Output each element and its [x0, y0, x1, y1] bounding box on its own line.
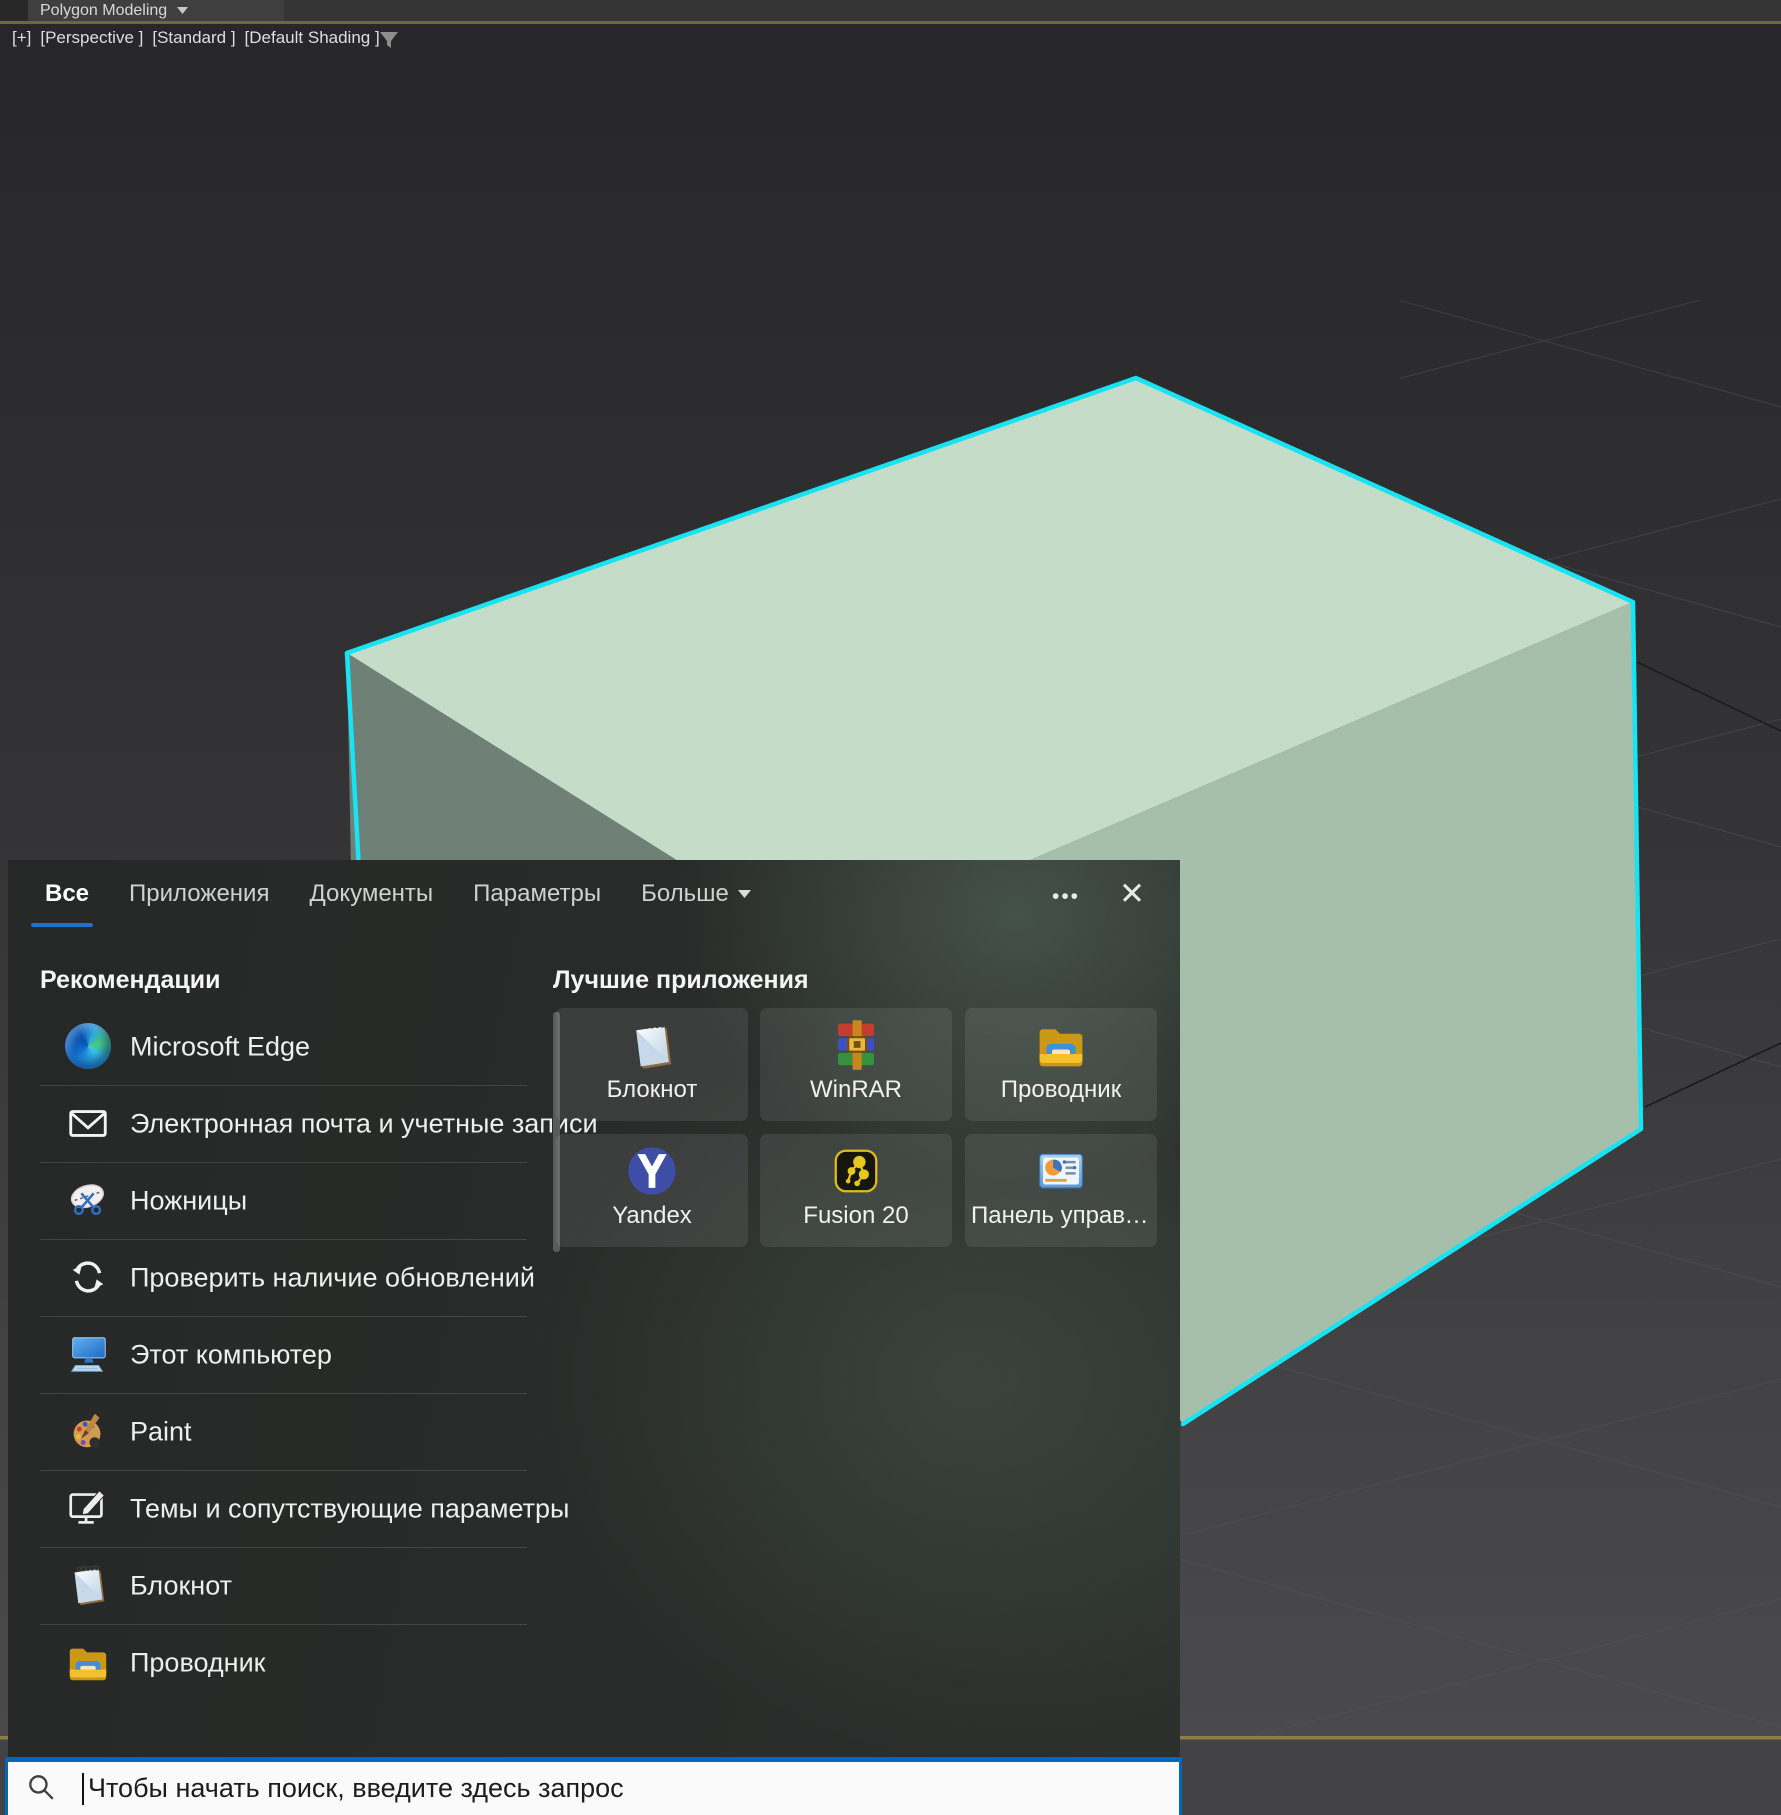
search-tabs: Все Приложения Документы Параметры Больш… — [45, 876, 751, 912]
yandex-icon — [624, 1143, 680, 1199]
list-item-microsoft-edge[interactable]: Microsoft Edge — [8, 1008, 548, 1085]
tab-more-label: Больше — [641, 880, 729, 907]
tab-all[interactable]: Все — [45, 880, 89, 908]
list-item-label: Ножницы — [130, 1185, 248, 1215]
viewport-menu-shading[interactable]: [Default Shading ] — [245, 28, 380, 48]
notepad-icon — [65, 1562, 111, 1608]
search-icon — [29, 1775, 54, 1800]
control-panel-icon — [1033, 1143, 1089, 1199]
tab-documents[interactable]: Документы — [309, 880, 433, 908]
viewport-label: [+] [Perspective ] [Standard ] [Default … — [12, 28, 380, 48]
tile-label: Проводник — [1000, 1076, 1122, 1103]
list-item-snipping-tool[interactable]: Ножницы — [8, 1162, 548, 1239]
list-item-label: Этот компьютер — [130, 1339, 332, 1369]
screen: Polygon Modeling [+] [Perspective] [Sta… — [0, 0, 1781, 1815]
taskbar-search-box — [5, 1757, 1182, 1815]
tile-explorer[interactable]: Проводник — [965, 1008, 1157, 1121]
winrar-icon — [828, 1017, 884, 1073]
grid-axis-line — [1636, 661, 1781, 732]
notepad-icon — [624, 1017, 680, 1073]
viewport-menu-render-preset[interactable]: [Standard ] — [152, 28, 235, 48]
themes-icon — [65, 1485, 111, 1531]
start-search-panel: Все Приложения Документы Параметры Больш… — [8, 860, 1180, 1758]
chevron-down-icon — [737, 890, 751, 898]
text-caret — [82, 1773, 84, 1805]
tile-label: Блокнот — [606, 1076, 698, 1103]
tile-fusion[interactable]: Fusion 20 — [760, 1134, 952, 1247]
list-item-label: Проводник — [130, 1647, 266, 1677]
list-item-label: Microsoft Edge — [130, 1031, 311, 1061]
tile-yandex[interactable]: Yandex — [556, 1134, 748, 1247]
list-item-this-pc[interactable]: Этот компьютер — [8, 1316, 548, 1393]
tab-settings[interactable]: Параметры — [473, 880, 601, 908]
list-item-themes[interactable]: Темы и сопутствующие параметры — [8, 1470, 569, 1547]
tile-notepad[interactable]: Блокнот — [556, 1008, 748, 1121]
update-icon — [65, 1254, 111, 1300]
grid-axis-line — [1644, 1042, 1781, 1108]
tile-label: WinRAR — [809, 1076, 902, 1103]
snipping-tool-icon — [65, 1177, 111, 1223]
mail-icon — [65, 1100, 111, 1146]
list-item-paint[interactable]: Paint — [8, 1393, 548, 1470]
explorer-icon — [65, 1639, 111, 1685]
list-item-label: Темы и сопутствующие параметры — [130, 1493, 570, 1523]
tile-label: Панель управл… — [971, 1202, 1151, 1229]
top-apps-title: Лучшие приложения — [553, 966, 809, 994]
tab-more[interactable]: Больше — [641, 880, 751, 908]
tile-label: Yandex — [612, 1202, 692, 1229]
list-item-label: Проверить наличие обновлений — [130, 1262, 535, 1292]
paint-icon — [65, 1408, 111, 1454]
recommended-title: Рекомендации — [40, 966, 221, 994]
edge-icon — [65, 1023, 111, 1069]
viewport-menu-pov[interactable]: [Perspective ] — [40, 28, 143, 48]
list-item-label: Paint — [130, 1416, 192, 1446]
list-item-mail[interactable]: Электронная почта и учетные записи — [8, 1085, 598, 1162]
close-button[interactable]: ✕ — [1104, 868, 1160, 920]
explorer-icon — [1033, 1017, 1089, 1073]
see-more-button[interactable]: ••• — [1040, 876, 1092, 918]
tile-winrar[interactable]: WinRAR — [760, 1008, 952, 1121]
active-tab-indicator — [31, 923, 93, 927]
filter-funnel-icon[interactable] — [378, 30, 400, 50]
computer-icon — [65, 1331, 111, 1377]
search-input[interactable] — [86, 1766, 1136, 1810]
list-item-check-updates[interactable]: Проверить наличие обновлений — [8, 1239, 548, 1316]
list-item-explorer[interactable]: Проводник — [8, 1624, 548, 1701]
list-item-label: Блокнот — [130, 1570, 233, 1600]
tab-apps[interactable]: Приложения — [129, 880, 269, 908]
fusion-icon — [828, 1143, 884, 1199]
list-item-label: Электронная почта и учетные записи — [130, 1108, 598, 1138]
tile-control-panel[interactable]: Панель управл… — [965, 1134, 1157, 1247]
tile-label: Fusion 20 — [803, 1202, 909, 1229]
list-item-notepad[interactable]: Блокнот — [8, 1547, 548, 1624]
viewport-menu-general[interactable]: [+] — [12, 28, 31, 48]
